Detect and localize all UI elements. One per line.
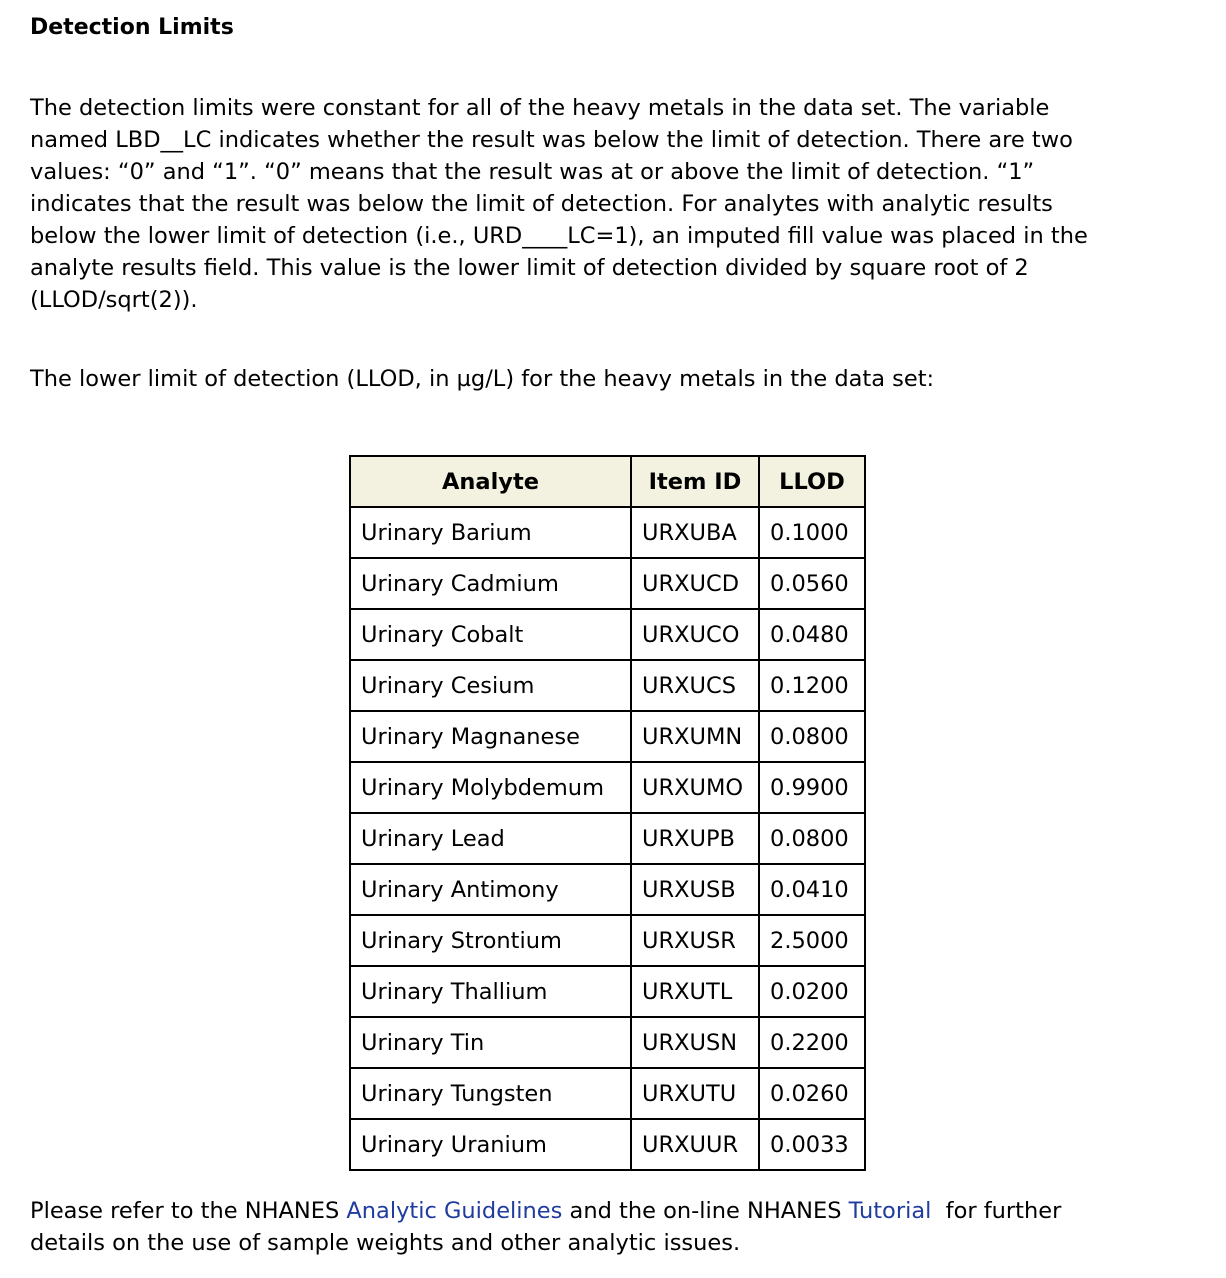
table-cell-item-id: URXUMN <box>630 710 760 763</box>
paragraph-line: analyte results field. This value is the… <box>30 255 1029 281</box>
analytic-guidelines-link[interactable]: Analytic Guidelines <box>346 1198 562 1224</box>
table-row: Urinary Tin URXUSN 0.2200 <box>349 1016 866 1069</box>
table-row: Urinary Lead URXUPB 0.0800 <box>349 812 866 865</box>
table-row: Urinary Cadmium URXUCD 0.0560 <box>349 557 866 610</box>
table-body: Urinary Barium URXUBA 0.1000 Urinary Cadmiu… <box>349 506 866 1171</box>
table-row: Urinary Molybdemum URXUMO 0.9900 <box>349 761 866 814</box>
table-row: Urinary Cobalt URXUCO 0.0480 <box>349 608 866 661</box>
table-cell-item-id: URXUCD <box>630 557 760 610</box>
table-cell-llod: 0.0200 <box>758 965 866 1018</box>
paragraph-line: values: “0” and “1”. “0” means that the … <box>30 159 1035 185</box>
table-cell-analyte: Urinary Cadmium <box>349 557 632 610</box>
table-row: Urinary Barium URXUBA 0.1000 <box>349 506 866 559</box>
paragraph-line: (LLOD/sqrt(2)). <box>30 287 198 313</box>
paragraph-line: The detection limits were constant for a… <box>30 95 1050 121</box>
footer-paragraph: Please refer to the NHANES Analytic Guid… <box>30 1195 1180 1259</box>
table-cell-llod: 2.5000 <box>758 914 866 967</box>
table-cell-item-id: URXUMO <box>630 761 760 814</box>
paragraph-line: named LBD__LC indicates whether the resu… <box>30 127 1073 153</box>
table-cell-llod: 0.0800 <box>758 812 866 865</box>
table-cell-analyte: Urinary Uranium <box>349 1118 632 1171</box>
table-cell-llod: 0.0800 <box>758 710 866 763</box>
table-row: Urinary Antimony URXUSB 0.0410 <box>349 863 866 916</box>
table-cell-analyte: Urinary Cesium <box>349 659 632 712</box>
table-cell-analyte: Urinary Strontium <box>349 914 632 967</box>
table-cell-analyte: Urinary Tin <box>349 1016 632 1069</box>
table-cell-llod: 0.9900 <box>758 761 866 814</box>
section-heading: Detection Limits <box>30 15 234 40</box>
table-cell-analyte: Urinary Antimony <box>349 863 632 916</box>
table-row: Urinary Cesium URXUCS 0.1200 <box>349 659 866 712</box>
table-cell-item-id: URXUPB <box>630 812 760 865</box>
table-row: Urinary Tungsten URXUTU 0.0260 <box>349 1067 866 1120</box>
table-cell-item-id: URXUTL <box>630 965 760 1018</box>
table-cell-analyte: Urinary Tungsten <box>349 1067 632 1120</box>
table-cell-analyte: Urinary Magnanese <box>349 710 632 763</box>
footer-text: Please refer to the NHANES <box>30 1198 347 1224</box>
table-cell-llod: 0.0410 <box>758 863 866 916</box>
table-cell-analyte: Urinary Barium <box>349 506 632 559</box>
table-row: Urinary Strontium URXUSR 2.5000 <box>349 914 866 967</box>
table-row: Urinary Uranium URXUUR 0.0033 <box>349 1118 866 1171</box>
table-header-row: Analyte Item ID LLOD <box>349 455 866 508</box>
table-cell-item-id: URXUUR <box>630 1118 760 1171</box>
table-cell-item-id: URXUCS <box>630 659 760 712</box>
table-cell-llod: 0.0033 <box>758 1118 866 1171</box>
paragraph-line: indicates that the result was below the … <box>30 191 1053 217</box>
table-cell-item-id: URXUCO <box>630 608 760 661</box>
column-header-item-id: Item ID <box>630 455 760 508</box>
llod-intro-paragraph: The lower limit of detection (LLOD, in µ… <box>30 366 935 392</box>
table-cell-llod: 0.1200 <box>758 659 866 712</box>
footer-text: and the on-line NHANES <box>562 1198 849 1224</box>
detection-limits-paragraph: The detection limits were constant for a… <box>30 92 1180 316</box>
table-cell-llod: 0.0260 <box>758 1067 866 1120</box>
table-cell-analyte: Urinary Lead <box>349 812 632 865</box>
table-cell-item-id: URXUTU <box>630 1067 760 1120</box>
footer-line: Please refer to the NHANES Analytic Guid… <box>30 1195 1180 1227</box>
footer-line: details on the use of sample weights and… <box>30 1230 741 1256</box>
column-header-analyte: Analyte <box>349 455 632 508</box>
llod-table: Analyte Item ID LLOD Urinary Barium URXUB… <box>349 455 866 1171</box>
table-cell-llod: 0.1000 <box>758 506 866 559</box>
column-header-llod: LLOD <box>758 455 866 508</box>
table-cell-analyte: Urinary Molybdemum <box>349 761 632 814</box>
table-cell-item-id: URXUSB <box>630 863 760 916</box>
footer-text: for further <box>931 1198 1062 1224</box>
table-cell-llod: 0.0560 <box>758 557 866 610</box>
tutorial-link[interactable]: Tutorial <box>849 1198 932 1224</box>
table-cell-analyte: Urinary Cobalt <box>349 608 632 661</box>
table-cell-item-id: URXUSN <box>630 1016 760 1069</box>
table-cell-analyte: Urinary Thallium <box>349 965 632 1018</box>
table-cell-llod: 0.0480 <box>758 608 866 661</box>
table-cell-item-id: URXUSR <box>630 914 760 967</box>
table-cell-item-id: URXUBA <box>630 506 760 559</box>
table-row: Urinary Magnanese URXUMN 0.0800 <box>349 710 866 763</box>
table-cell-llod: 0.2200 <box>758 1016 866 1069</box>
table-row: Urinary Thallium URXUTL 0.0200 <box>349 965 866 1018</box>
paragraph-line: below the lower limit of detection (i.e.… <box>30 223 1088 249</box>
